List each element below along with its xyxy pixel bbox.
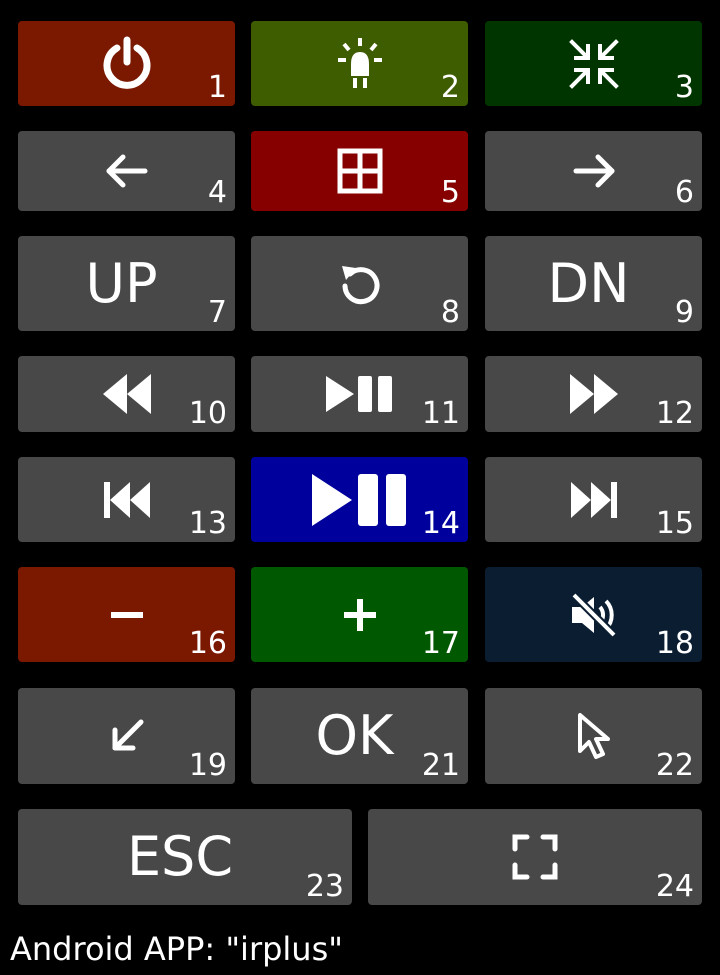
- play-pause-icon: [310, 472, 410, 528]
- arrow-left-icon: [103, 151, 151, 191]
- skip-next-button[interactable]: 15: [485, 457, 702, 542]
- skip-next-icon: [569, 480, 619, 520]
- ok-button[interactable]: OK 21: [251, 688, 468, 784]
- arrow-right-icon: [570, 151, 618, 191]
- arrow-down-left-icon: [107, 716, 147, 756]
- skip-previous-icon: [102, 480, 152, 520]
- button-number: 22: [655, 748, 694, 783]
- mute-button[interactable]: 18: [485, 567, 702, 662]
- compress-button[interactable]: 3: [485, 21, 702, 106]
- button-number: 15: [655, 506, 694, 541]
- skip-previous-button[interactable]: 13: [18, 457, 235, 542]
- button-number: 13: [188, 506, 227, 541]
- button-number: 9: [674, 295, 694, 330]
- left-button[interactable]: 4: [18, 131, 235, 211]
- button-number: 2: [440, 70, 460, 105]
- light-button[interactable]: 2: [251, 21, 468, 106]
- play-pause-button-small[interactable]: 11: [251, 356, 468, 432]
- button-number: 6: [674, 175, 694, 210]
- power-button[interactable]: 1: [18, 21, 235, 106]
- compress-arrows-icon: [566, 36, 622, 92]
- menu-button[interactable]: 5: [251, 131, 468, 211]
- button-number: 4: [207, 175, 227, 210]
- rewind-icon: [99, 370, 155, 418]
- down-button[interactable]: DN 9: [485, 236, 702, 331]
- up-button[interactable]: UP 7: [18, 236, 235, 331]
- grid-menu-icon: [336, 147, 384, 195]
- button-number: 21: [421, 748, 460, 783]
- button-number: 23: [305, 869, 344, 904]
- button-number: 1: [207, 70, 227, 105]
- button-number: 5: [440, 175, 460, 210]
- volume-mute-icon: [568, 591, 620, 639]
- up-label: UP: [85, 251, 158, 315]
- fast-forward-icon: [566, 370, 622, 418]
- button-number: 10: [188, 396, 227, 431]
- rewind-button[interactable]: 10: [18, 356, 235, 432]
- power-icon: [99, 36, 155, 92]
- button-number: 17: [421, 626, 460, 661]
- fullscreen-icon: [511, 833, 559, 881]
- footer-caption: Android APP: "irplus": [10, 930, 343, 968]
- light-bulb-icon: [332, 34, 388, 94]
- button-number: 24: [655, 869, 694, 904]
- volume-up-button[interactable]: 17: [251, 567, 468, 662]
- volume-down-button[interactable]: 16: [18, 567, 235, 662]
- minus-icon: [109, 610, 145, 620]
- play-pause-icon: [324, 374, 396, 414]
- button-number: 18: [655, 626, 694, 661]
- button-number: 19: [188, 748, 227, 783]
- right-button[interactable]: 6: [485, 131, 702, 211]
- button-number: 11: [421, 396, 460, 431]
- undo-button[interactable]: 8: [251, 236, 468, 331]
- undo-icon: [336, 260, 384, 308]
- cursor-pointer-icon: [574, 711, 614, 761]
- esc-label: ESC: [126, 825, 234, 888]
- button-number: 7: [207, 295, 227, 330]
- button-number: 3: [674, 70, 694, 105]
- pointer-button[interactable]: 22: [485, 688, 702, 784]
- button-number: 16: [188, 626, 227, 661]
- esc-button[interactable]: ESC 23: [18, 809, 352, 905]
- button-number: 8: [440, 295, 460, 330]
- down-label: DN: [547, 251, 630, 315]
- ok-label: OK: [315, 704, 394, 767]
- button-number: 14: [421, 506, 460, 541]
- plus-icon: [342, 597, 378, 633]
- button-number: 12: [655, 396, 694, 431]
- back-button[interactable]: 19: [18, 688, 235, 784]
- fast-forward-button[interactable]: 12: [485, 356, 702, 432]
- play-pause-button-main[interactable]: 14: [251, 457, 468, 542]
- fullscreen-button[interactable]: 24: [368, 809, 702, 905]
